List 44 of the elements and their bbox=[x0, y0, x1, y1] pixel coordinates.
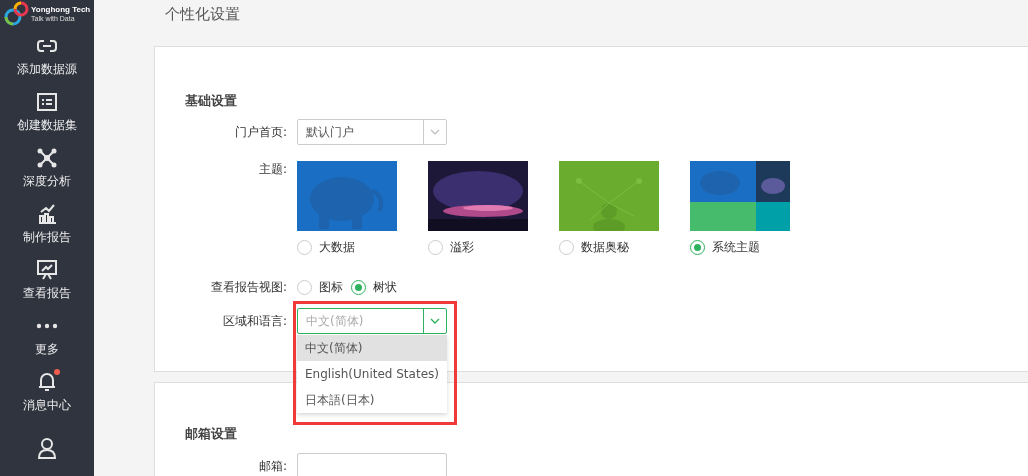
bell-icon bbox=[38, 371, 56, 392]
radio-button[interactable] bbox=[297, 240, 312, 255]
chevron-down-icon bbox=[430, 129, 440, 135]
nav-item[interactable]: 消息中心 bbox=[0, 364, 94, 420]
nav-item[interactable]: 更多 bbox=[0, 308, 94, 364]
radio-button[interactable] bbox=[559, 240, 574, 255]
dropdown-option[interactable]: English(United States) bbox=[297, 361, 447, 387]
radio-label: 溢彩 bbox=[450, 239, 474, 256]
network-icon bbox=[37, 147, 57, 168]
nav-item[interactable]: 制作报告 bbox=[0, 196, 94, 252]
section-title: 基础设置 bbox=[185, 92, 238, 110]
nav-item[interactable]: 添加数据源 bbox=[0, 28, 94, 84]
logo-name: Yonghong Tech bbox=[31, 6, 91, 14]
presentation-icon bbox=[37, 259, 57, 280]
user-icon bbox=[37, 437, 57, 459]
radio-label: 图标 bbox=[319, 278, 343, 296]
section-title: 邮箱设置 bbox=[185, 425, 238, 443]
dropdown-option[interactable]: 日本語(日本) bbox=[297, 387, 447, 413]
chart-icon bbox=[37, 203, 57, 224]
field-label: 主题: bbox=[258, 161, 287, 177]
nav-item[interactable]: 创建数据集 bbox=[0, 84, 94, 140]
page-title: 个性化设置 bbox=[165, 5, 240, 24]
field-label: 区域和语言: bbox=[222, 313, 287, 330]
nav-item[interactable]: 查看报告 bbox=[0, 252, 94, 308]
field-label: 邮箱: bbox=[258, 458, 287, 475]
radio-label: 数据奥秘 bbox=[581, 239, 629, 256]
field-label: 门户首页: bbox=[234, 124, 287, 141]
radio-button[interactable] bbox=[351, 279, 366, 295]
radio-button[interactable] bbox=[690, 240, 705, 255]
list-icon bbox=[37, 92, 57, 111]
radio-label: 大数据 bbox=[319, 239, 355, 256]
nav-item[interactable]: 深度分析 bbox=[0, 140, 94, 196]
radio-button[interactable] bbox=[428, 240, 443, 255]
more-icon bbox=[36, 322, 58, 329]
dropdown-option[interactable]: 中文(简体) bbox=[297, 335, 447, 361]
radio-label: 系统主题 bbox=[712, 239, 760, 256]
radio-button[interactable] bbox=[297, 279, 312, 295]
radio-label: 树状 bbox=[373, 278, 397, 296]
link-icon bbox=[37, 38, 57, 53]
chevron-down-icon bbox=[430, 318, 440, 324]
email-input[interactable] bbox=[297, 453, 447, 476]
portal-select[interactable]: 默认门户 bbox=[297, 119, 447, 145]
logo-icon bbox=[4, 0, 30, 28]
field-label: 查看报告视图: bbox=[210, 279, 287, 296]
